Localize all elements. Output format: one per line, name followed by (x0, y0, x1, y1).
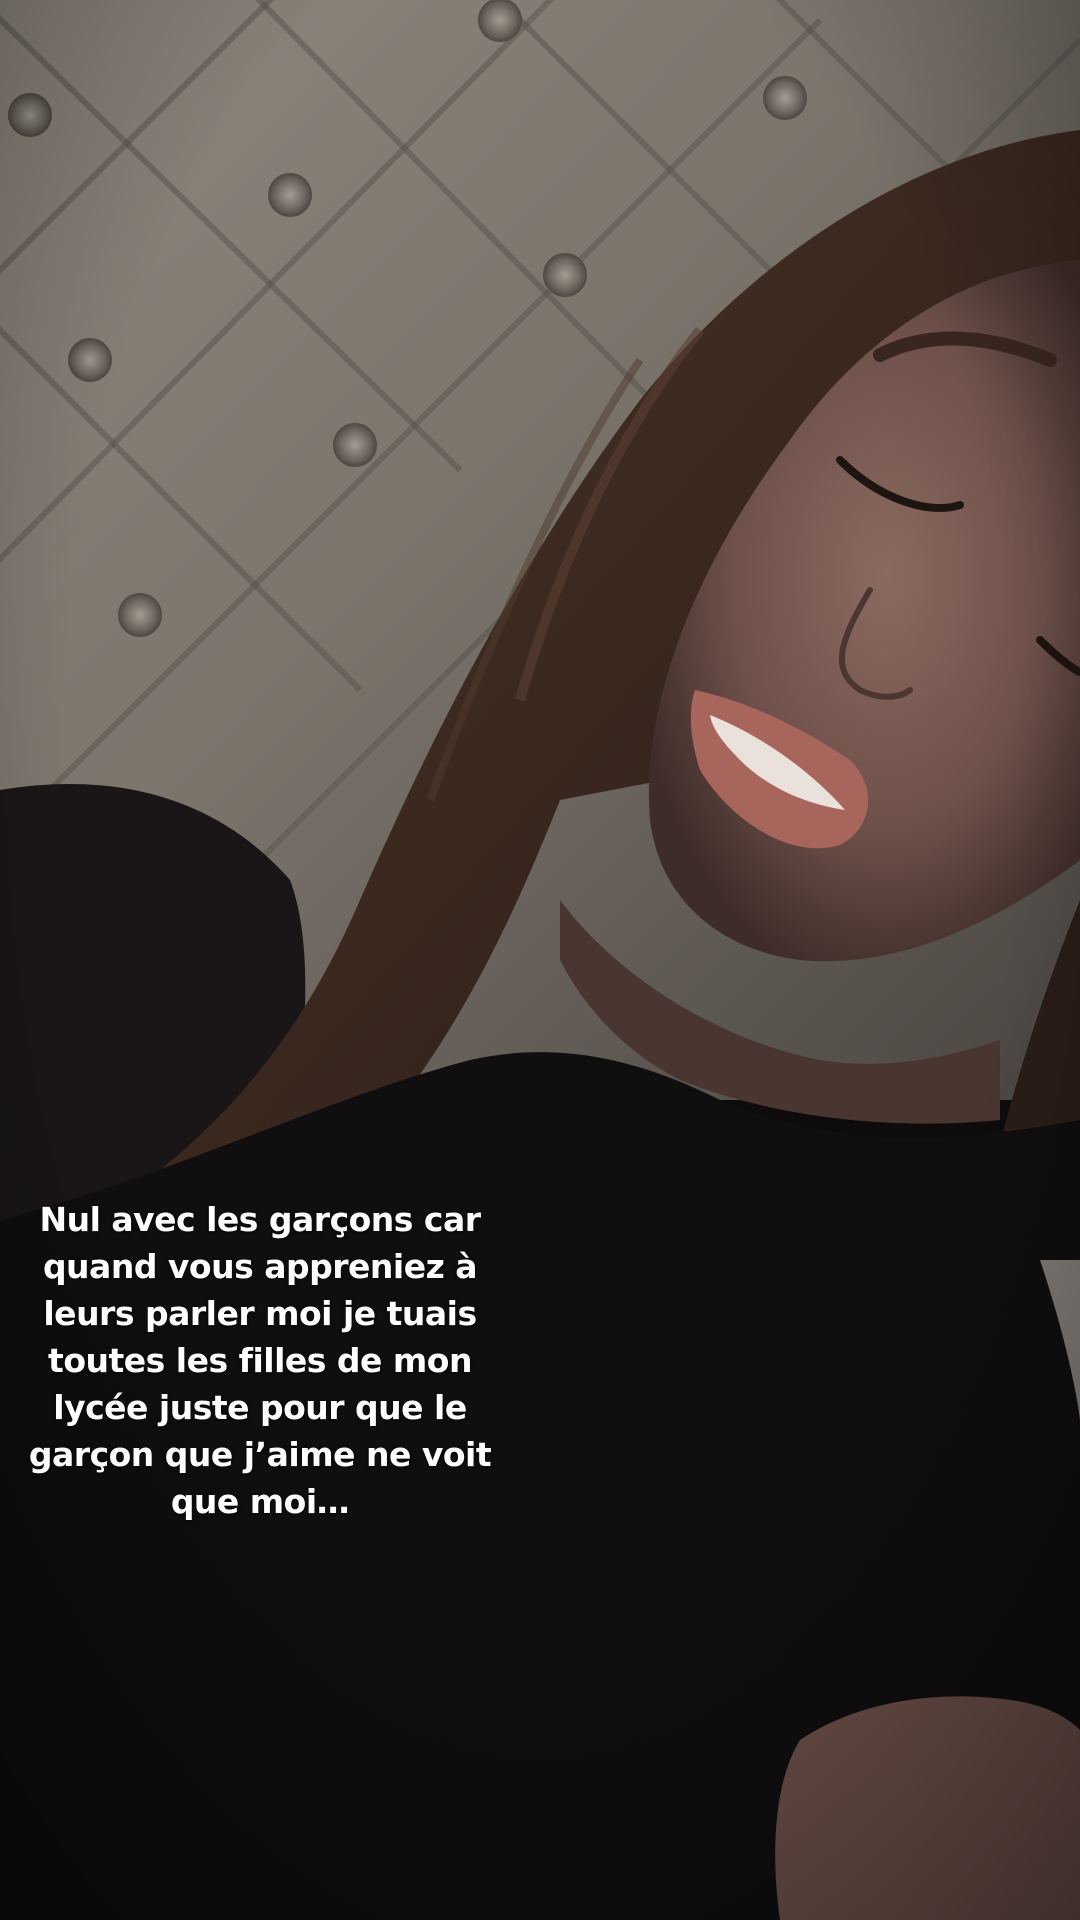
caption-line: toutes les filles de mon (48, 1341, 472, 1380)
caption-line: leurs parler moi je tuais (43, 1294, 477, 1333)
selfie-photo (0, 0, 1080, 1920)
caption-line: Nul avec les garçons car (39, 1200, 481, 1239)
caption-line: que moi… (170, 1482, 350, 1521)
caption-line: lycée juste pour que le (53, 1388, 467, 1427)
story-frame: Nul avec les garçons car quand vous appr… (0, 0, 1080, 1920)
caption-line: quand vous appreniez à (42, 1247, 478, 1286)
story-caption: Nul avec les garçons car quand vous appr… (20, 1196, 500, 1525)
caption-line: garçon que j’aime ne voit (28, 1435, 492, 1474)
